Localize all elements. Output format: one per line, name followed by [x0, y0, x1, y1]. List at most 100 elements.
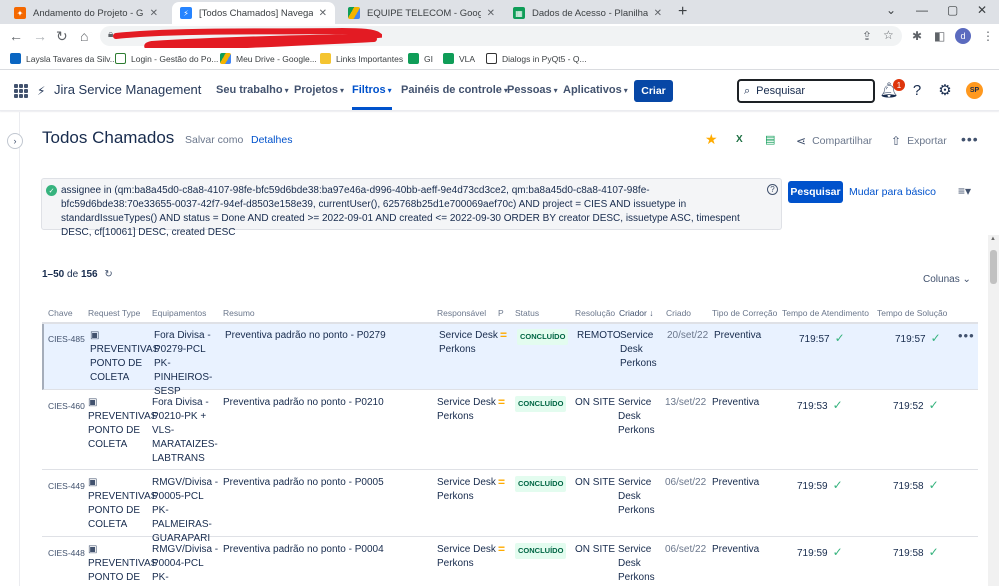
column-header-correction-type[interactable]: Tipo de Correção [712, 308, 777, 318]
bookmark-item[interactable]: GI [408, 53, 433, 64]
user-avatar[interactable]: SP [966, 82, 983, 99]
issue-key[interactable]: CIES-449 [48, 479, 85, 493]
help-icon[interactable]: ? [908, 81, 926, 99]
details-link[interactable]: Detalhes [251, 134, 292, 146]
nav-paineis[interactable]: Painéis de controle ▾ [401, 84, 508, 96]
status-badge: CONCLUÍDO [515, 476, 567, 492]
star-favorite-icon[interactable]: ★ [705, 131, 718, 148]
issue-summary[interactable]: Preventiva padrão no ponto - P0279 [225, 329, 386, 343]
check-icon: ✓ [834, 331, 845, 345]
nav-filtros[interactable]: Filtros ▾ [352, 84, 392, 96]
reload-icon[interactable]: ↻ [56, 28, 68, 45]
share-page-icon[interactable]: ⇪ [862, 29, 872, 43]
new-tab-button[interactable]: + [678, 3, 687, 21]
excel-export-icon[interactable]: X [736, 134, 743, 145]
extensions-puzzle-icon[interactable]: ✱ [912, 29, 922, 43]
table-row[interactable]: CIES-449 ▣ PREVENTIVAS PONTO DE COLETA RM… [42, 471, 978, 544]
request-type-icon: ▣ [88, 544, 98, 555]
column-header-creator[interactable]: Criador ↓ [619, 308, 654, 318]
column-header-created[interactable]: Criado [666, 308, 691, 318]
window-close-icon[interactable]: ✕ [977, 3, 987, 17]
browser-tab-drive[interactable]: EQUIPE TELECOM - Google Drive ✕ [340, 2, 503, 24]
column-header-assignee[interactable]: Responsável [437, 308, 486, 318]
jira-search[interactable]: ⌕ [737, 79, 875, 103]
browser-tab-grafana[interactable]: ✦ Andamento do Projeto - Grafana ✕ [6, 2, 166, 24]
back-arrow-icon[interactable]: ← [9, 28, 23, 44]
issue-summary[interactable]: Preventiva padrão no ponto - P0004 [223, 543, 384, 557]
google-sheets-export-icon[interactable]: ▤ [765, 133, 775, 146]
column-header-priority[interactable]: P [498, 308, 504, 318]
expand-sidebar-chevron-icon[interactable]: › [7, 133, 23, 149]
status-badge: CONCLUÍDO [515, 543, 567, 559]
more-actions-icon[interactable]: ••• [961, 131, 979, 147]
share-button[interactable]: ⋖ Compartilhar [796, 134, 872, 148]
home-icon[interactable]: ⌂ [80, 28, 88, 44]
jira-logo[interactable]: ⚡ Jira Service Management [37, 82, 201, 98]
issue-key[interactable]: CIES-460 [48, 399, 85, 413]
table-row[interactable]: CIES-448 ▣ PREVENTIVAS PONTO DE RMGV/Divi… [42, 538, 978, 586]
bookmark-star-icon[interactable]: ☆ [883, 28, 894, 42]
table-row[interactable]: CIES-460 ▣ PREVENTIVAS PONTO DE COLETA Fo… [42, 391, 978, 470]
column-header-status[interactable]: Status [515, 308, 539, 318]
browser-menu-icon[interactable]: ⋮ [982, 29, 994, 43]
search-input[interactable] [756, 85, 857, 97]
issue-summary[interactable]: Preventiva padrão no ponto - P0210 [223, 396, 384, 410]
issue-summary[interactable]: Preventiva padrão no ponto - P0005 [223, 476, 384, 490]
close-tab-icon[interactable]: ✕ [487, 8, 495, 19]
jql-help-icon[interactable]: ? [767, 184, 778, 195]
google-drive-icon [348, 7, 360, 19]
issue-key[interactable]: CIES-448 [48, 546, 85, 560]
page-scrollbar[interactable] [988, 235, 999, 586]
jira-service-management-icon: ⚡ [37, 83, 46, 98]
side-panel-icon[interactable]: ◧ [934, 29, 945, 43]
minimize-icon[interactable]: — [916, 3, 928, 17]
bookmark-item[interactable]: Dialogs in PyQt5 - Q... [486, 53, 587, 64]
bookmark-item[interactable]: Meu Drive - Google... [220, 53, 317, 64]
nav-projetos[interactable]: Projetos ▾ [294, 84, 344, 96]
column-header-resolution[interactable]: Resolução [575, 308, 615, 318]
close-tab-icon[interactable]: ✕ [150, 8, 158, 19]
nav-aplicativos[interactable]: Aplicativos ▾ [563, 84, 628, 96]
column-header-key[interactable]: Chave [48, 308, 73, 318]
row-more-actions-icon[interactable]: ••• [958, 328, 975, 343]
forward-arrow-icon[interactable]: → [33, 28, 47, 44]
jql-editor[interactable]: ✓ assignee in (qm:ba8a45d0-c8a8-4107-98f… [41, 178, 782, 238]
search-button[interactable]: Pesquisar [788, 181, 843, 203]
column-header-equipment[interactable]: Equipamentos [152, 308, 206, 318]
nav-pessoas[interactable]: Pessoas ▾ [507, 84, 558, 96]
close-tab-icon[interactable]: ✕ [654, 8, 662, 19]
browser-tab-sheets[interactable]: ▦ Dados de Acesso - Planilhas Google ✕ [505, 2, 670, 24]
switch-to-basic-link[interactable]: Mudar para básico [849, 186, 936, 198]
browser-tab-jira[interactable]: ⚡ [Todos Chamados] Navegador de ite ✕ [172, 2, 335, 24]
request-type-icon: ▣ [88, 397, 98, 408]
browser-profile-avatar[interactable]: d [955, 28, 971, 44]
maximize-icon[interactable]: ▢ [947, 3, 958, 17]
scroll-up-arrow-icon[interactable]: ▲ [990, 236, 996, 242]
resolution: ON SITE [575, 397, 616, 408]
save-as-link[interactable]: Salvar como [185, 134, 243, 146]
create-button[interactable]: Criar [634, 80, 673, 102]
tab-search-chevron-icon[interactable]: ⌄ [886, 3, 896, 17]
columns-dropdown[interactable]: Colunas ⌄ [923, 274, 971, 285]
column-header-request-type[interactable]: Request Type [88, 308, 140, 318]
close-tab-icon[interactable]: ✕ [319, 8, 327, 19]
bookmark-item[interactable]: Login - Gestão do Po... [115, 53, 218, 64]
bookmark-item[interactable]: Links Importantes [320, 53, 403, 64]
table-row[interactable]: CIES-485 ▣ PREVENTIVAS PONTO DE COLETA Fo… [42, 324, 978, 397]
nav-seu-trabalho[interactable]: Seu trabalho ▾ [216, 84, 289, 96]
priority-medium-icon: = [500, 328, 508, 342]
bookmark-item[interactable]: Laysla Tavares da Silv... [10, 53, 117, 64]
google-sheets-icon: ▦ [513, 7, 525, 19]
bookmark-item[interactable]: VLA [443, 53, 475, 64]
column-header-summary[interactable]: Resumo [223, 308, 255, 318]
app-switcher-grid-icon[interactable] [14, 84, 28, 98]
settings-gear-icon[interactable]: ⚙ [936, 81, 954, 99]
column-header-solve-time[interactable]: Tempo de Solução [877, 308, 947, 318]
issue-key[interactable]: CIES-485 [48, 332, 85, 346]
scrollbar-thumb[interactable] [990, 250, 997, 284]
refresh-icon[interactable]: ↻ [104, 269, 112, 280]
jql-query-text[interactable]: assignee in (qm:ba8a45d0-c8a8-4107-98fe-… [61, 184, 761, 240]
column-header-attend-time[interactable]: Tempo de Atendimento [782, 308, 869, 318]
view-options-menu-icon[interactable]: ≡▾ [958, 184, 971, 198]
export-button[interactable]: ⇧ Exportar [891, 134, 947, 148]
